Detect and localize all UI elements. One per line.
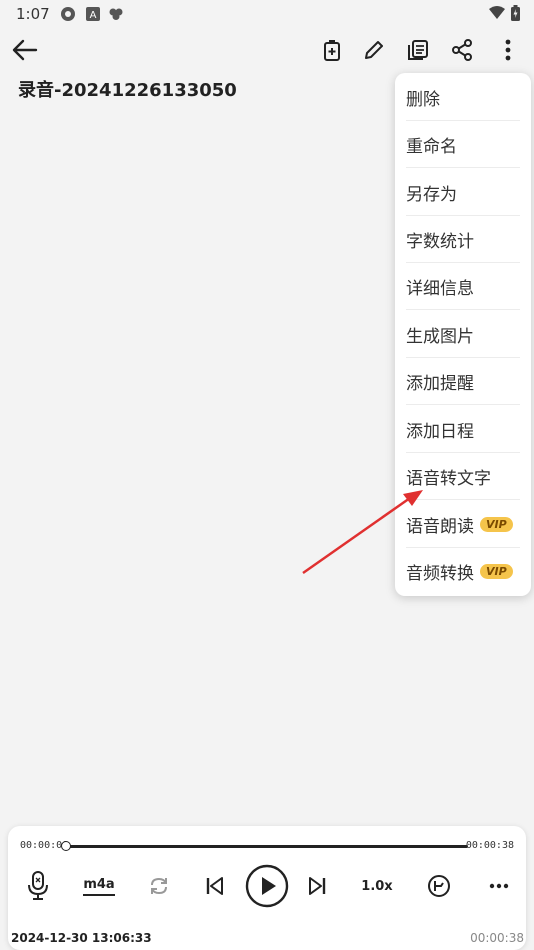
app-a-icon: A (86, 7, 100, 21)
battery-icon (511, 5, 520, 21)
menu-item-details[interactable]: 详细信息 (406, 263, 520, 310)
menu-item-label: 添加日程 (406, 421, 474, 442)
menu-item-read-aloud[interactable]: 语音朗读 VIP (406, 501, 520, 548)
menu-item-label: 语音朗读 (406, 516, 474, 537)
menu-item-add-schedule[interactable]: 添加日程 (406, 406, 520, 453)
mic-button[interactable] (22, 868, 54, 904)
format-label: m4a (83, 877, 115, 896)
skip-next-button[interactable] (302, 868, 332, 904)
menu-item-save-as[interactable]: 另存为 (406, 169, 520, 216)
speed-label: 1.0x (361, 878, 393, 894)
edit-button[interactable] (358, 34, 390, 66)
svg-text:A: A (90, 10, 97, 21)
vip-badge: VIP (480, 516, 513, 532)
timer-button[interactable] (424, 868, 454, 904)
progress-thumb[interactable] (61, 841, 71, 851)
menu-item-label: 字数统计 (406, 231, 474, 252)
speed-button[interactable]: 1.0x (360, 868, 394, 904)
share-icon (452, 39, 472, 61)
skip-next-icon (309, 877, 326, 895)
menu-item-word-count[interactable]: 字数统计 (406, 216, 520, 263)
more-button[interactable] (492, 34, 524, 66)
footer-end-time: 00:00:38 (470, 931, 524, 945)
overflow-menu: 删除 重命名 另存为 字数统计 详细信息 生成图片 添加提醒 添加日程 语音转文… (395, 73, 531, 596)
back-button[interactable] (9, 34, 41, 66)
repeat-button[interactable] (144, 868, 174, 904)
wifi-icon (489, 6, 505, 19)
vip-badge: VIP (480, 564, 513, 579)
mic-icon (28, 871, 48, 900)
share-button[interactable] (446, 34, 478, 66)
menu-item-generate-image[interactable]: 生成图片 (406, 311, 520, 358)
menu-item-rename[interactable]: 重命名 (406, 121, 520, 168)
menu-item-label: 详细信息 (406, 278, 474, 299)
more-player-button[interactable] (484, 868, 514, 904)
skip-prev-button[interactable] (200, 868, 230, 904)
play-icon (245, 864, 289, 908)
copy-button[interactable] (402, 34, 434, 66)
back-icon (12, 39, 38, 61)
menu-item-label: 语音转文字 (406, 468, 491, 489)
menu-item-delete[interactable]: 删除 (406, 74, 520, 121)
copy-icon (408, 40, 428, 60)
menu-item-label: 重命名 (406, 136, 457, 157)
clover-icon (109, 8, 123, 20)
timer-icon (428, 875, 450, 897)
status-right (489, 5, 520, 21)
skip-prev-icon (206, 877, 223, 895)
toolbar (0, 28, 534, 72)
more-vert-icon (505, 39, 511, 61)
more-horiz-icon (489, 883, 509, 889)
edit-icon (365, 41, 383, 59)
repeat-icon (151, 877, 167, 895)
menu-item-label: 删除 (406, 89, 440, 110)
add-file-icon (324, 40, 340, 61)
menu-item-label: 生成图片 (406, 326, 474, 347)
menu-item-speech-to-text[interactable]: 语音转文字 (406, 453, 520, 500)
menu-item-add-reminder[interactable]: 添加提醒 (406, 358, 520, 405)
recording-date: 2024-12-30 13:06:33 (11, 931, 152, 945)
menu-item-label: 添加提醒 (406, 373, 474, 394)
status-time: 1:07 (16, 5, 50, 23)
play-button[interactable] (244, 864, 290, 908)
format-button[interactable]: m4a (82, 868, 116, 904)
app-notification-icon (61, 7, 75, 21)
menu-item-label: 另存为 (406, 184, 457, 205)
add-file-button[interactable] (316, 34, 348, 66)
menu-item-label: 音频转换 (406, 564, 474, 584)
page-title: 录音-20241226133050 (18, 80, 237, 101)
total-time: 00:00:38 (465, 840, 514, 851)
progress-track[interactable] (66, 845, 468, 848)
menu-item-audio-convert[interactable]: 音频转换 VIP (406, 548, 520, 595)
status-bar: 1:07 A (0, 0, 534, 28)
